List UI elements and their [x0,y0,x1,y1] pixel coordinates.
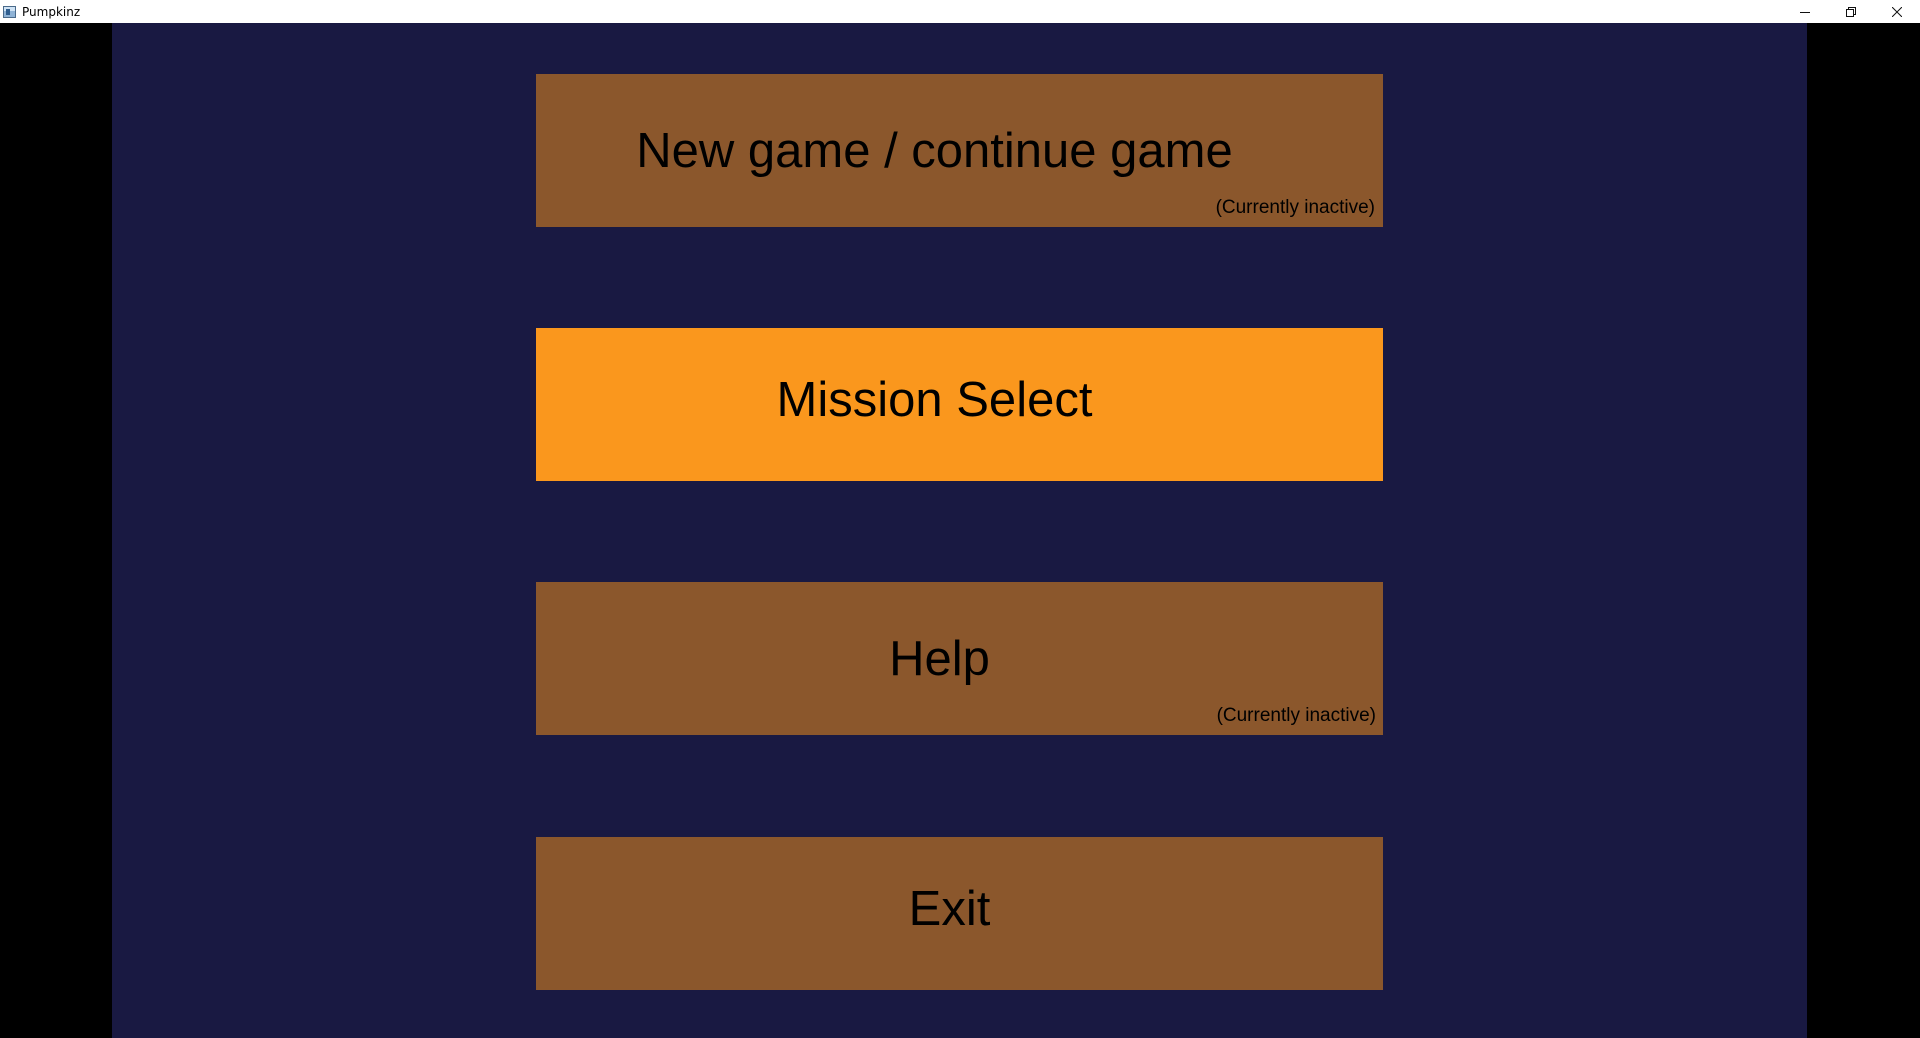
close-button[interactable] [1874,0,1920,23]
minimize-icon [1800,7,1810,17]
new-game-status-note: (Currently inactive) [1215,197,1375,218]
window-controls [1782,0,1920,23]
close-icon [1892,6,1902,17]
game-canvas: New game / continue game (Currently inac… [112,23,1807,1038]
mission-select-button[interactable]: Mission Select [536,328,1383,481]
new-game-button[interactable]: New game / continue game (Currently inac… [536,74,1383,227]
exit-button[interactable]: Exit [536,837,1383,990]
window-titlebar[interactable]: Pumpkinz [0,0,1920,23]
restore-icon [1846,6,1856,17]
mission-select-label: Mission Select [776,372,1093,427]
restore-button[interactable] [1828,0,1874,23]
help-button[interactable]: Help (Currently inactive) [536,582,1383,735]
exit-label: Exit [908,881,991,936]
window-title: Pumpkinz [22,4,81,19]
help-status-note: (Currently inactive) [1216,705,1376,726]
app-icon [3,5,16,18]
minimize-button[interactable] [1782,0,1828,23]
